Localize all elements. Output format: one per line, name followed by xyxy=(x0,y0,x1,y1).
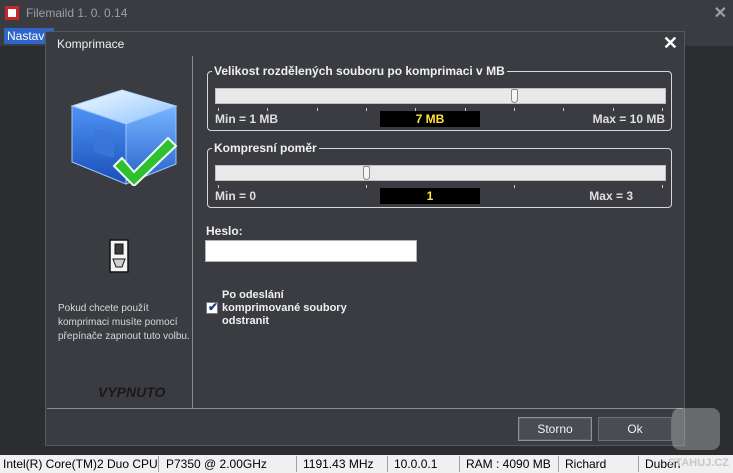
status-cpu: Intel(R) Core(TM)2 Duo CPU xyxy=(3,457,158,471)
ratio-min-label: Min = 0 xyxy=(215,189,257,203)
app-icon xyxy=(5,6,19,20)
cube-check-icon xyxy=(70,89,178,186)
size-value: 7 MB xyxy=(380,111,480,127)
ratio-group-title: Kompresní poměr xyxy=(212,141,319,155)
slider-tick xyxy=(316,108,318,111)
slider-tick xyxy=(366,108,367,111)
status-user: Richard xyxy=(565,457,607,471)
checkmark-icon: ✔ xyxy=(208,300,219,314)
status-version: 10.0.0.1 xyxy=(394,457,438,471)
status-cpu-model: P7350 @ 2.00GHz xyxy=(166,457,267,471)
watermark-logo xyxy=(672,408,720,450)
app-title: Filemaild 1. 0. 0.14 xyxy=(26,6,128,20)
ratio-max-label: Max = 3 xyxy=(589,189,633,203)
password-label: Heslo: xyxy=(206,224,243,238)
dialog-close-icon[interactable]: ✕ xyxy=(663,33,678,54)
size-max-label: Max = 10 MB xyxy=(592,112,665,126)
size-min-label: Min = 1 MB xyxy=(215,112,279,126)
ratio-slider-track[interactable] xyxy=(215,165,666,181)
main-close-icon[interactable]: ✕ xyxy=(714,3,727,23)
ratio-group: Kompresní poměr Min = 0 1 Max = 3 xyxy=(207,141,672,208)
dialog-titlebar: Komprimace ✕ xyxy=(46,32,684,56)
size-group: Velikost rozdělených souboru po komprima… xyxy=(207,64,672,131)
size-group-title: Velikost rozdělených souboru po komprima… xyxy=(212,64,507,78)
size-slider-thumb[interactable] xyxy=(511,89,519,103)
watermark-text: STAHUJ.CZ xyxy=(668,457,729,469)
password-input[interactable] xyxy=(205,240,417,262)
status-bar: Intel(R) Core(TM)2 Duo CPU P7350 @ 2.00G… xyxy=(0,455,733,473)
ratio-value: 1 xyxy=(380,188,480,204)
slider-tick xyxy=(218,108,219,111)
bottom-divider xyxy=(47,408,683,409)
slider-tick xyxy=(563,108,565,111)
delete-after-send-checkbox[interactable]: ✔ xyxy=(206,300,219,314)
dialog-title: Komprimace xyxy=(57,37,125,51)
ratio-slider-thumb[interactable] xyxy=(362,166,370,180)
slider-tick xyxy=(662,108,663,111)
slider-tick xyxy=(366,185,367,188)
switch-icon[interactable] xyxy=(108,239,130,273)
slider-tick xyxy=(514,108,515,111)
status-mhz: 1191.43 MHz xyxy=(303,457,374,471)
ok-button[interactable]: Ok xyxy=(598,417,672,441)
slider-tick xyxy=(612,108,614,111)
compression-status: VYPNUTO xyxy=(98,384,166,400)
slider-tick xyxy=(267,108,269,111)
slider-tick xyxy=(218,185,219,188)
slider-tick xyxy=(662,185,663,188)
compression-dialog: Komprimace ✕ Pokud chcete použít komprim… xyxy=(45,31,685,446)
left-info-panel: Pokud chcete použít komprimaci musíte po… xyxy=(47,56,193,408)
main-window-titlebar: Filemaild 1. 0. 0.14 ✕ xyxy=(0,0,733,26)
slider-tick xyxy=(514,185,515,188)
cancel-button[interactable]: Storno xyxy=(518,417,592,441)
delete-after-send-label[interactable]: Po odeslání komprimované soubory odstran… xyxy=(222,289,352,328)
hint-text: Pokud chcete použít komprimaci musíte po… xyxy=(58,303,190,342)
size-slider-track[interactable] xyxy=(215,88,666,104)
status-ram: RAM : 4090 MB xyxy=(466,457,551,471)
